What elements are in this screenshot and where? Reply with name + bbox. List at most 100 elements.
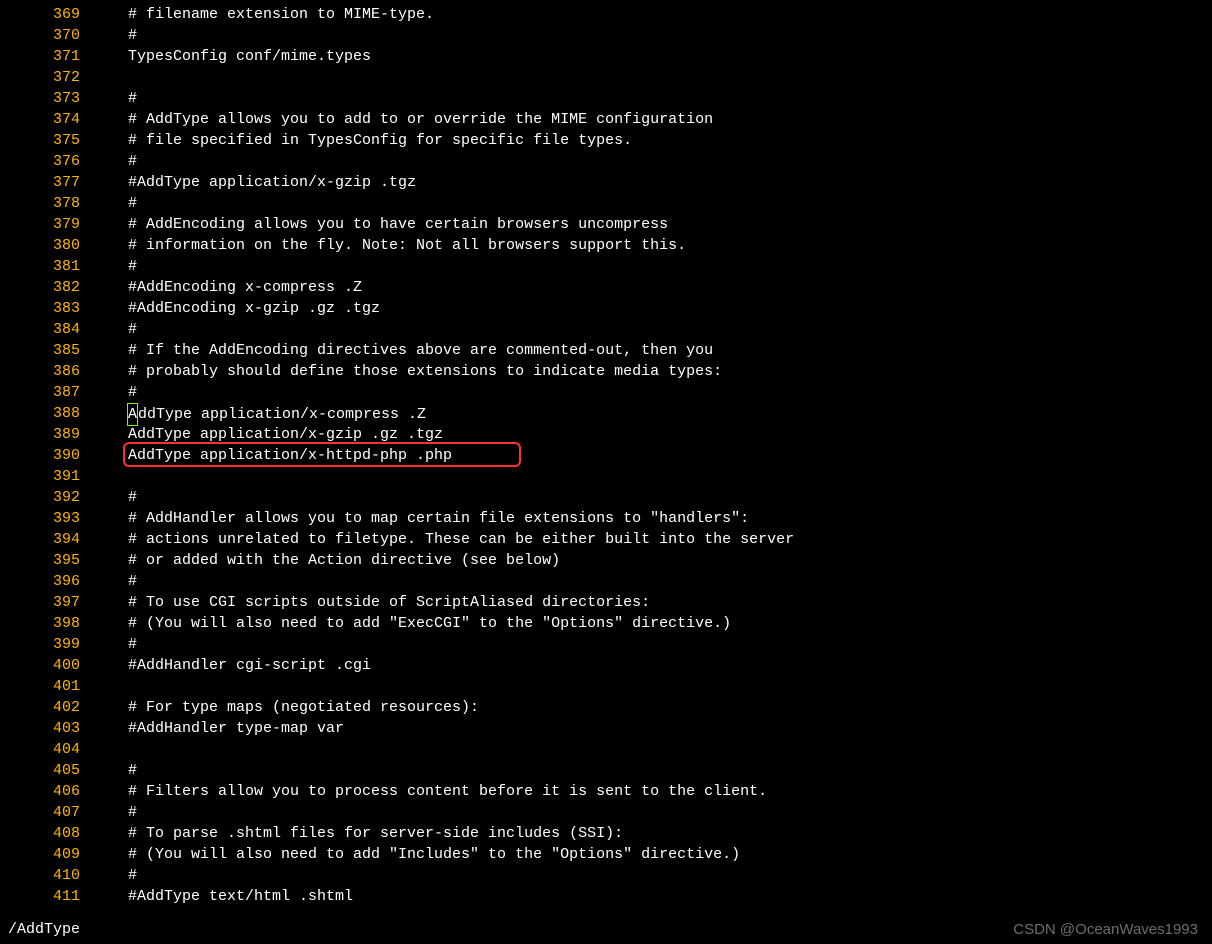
line-number: 375 (0, 130, 88, 151)
code-text: # probably should define those extension… (88, 361, 1212, 382)
code-line[interactable]: 378# (0, 193, 1212, 214)
line-number: 401 (0, 676, 88, 697)
code-line[interactable]: 403#AddHandler type-map var (0, 718, 1212, 739)
line-number: 377 (0, 172, 88, 193)
code-text: #AddHandler type-map var (88, 718, 1212, 739)
line-number: 399 (0, 634, 88, 655)
cursor: A (127, 403, 138, 426)
code-line[interactable]: 387# (0, 382, 1212, 403)
code-line[interactable]: 406# Filters allow you to process conten… (0, 781, 1212, 802)
code-line[interactable]: 410# (0, 865, 1212, 886)
code-text: # (88, 571, 1212, 592)
line-number: 408 (0, 823, 88, 844)
code-text: # (88, 865, 1212, 886)
code-line[interactable]: 373# (0, 88, 1212, 109)
code-line[interactable]: 392# (0, 487, 1212, 508)
code-line[interactable]: 370# (0, 25, 1212, 46)
line-number: 409 (0, 844, 88, 865)
code-text: AddType application/x-compress .Z (88, 403, 1212, 426)
code-line[interactable]: 394# actions unrelated to filetype. Thes… (0, 529, 1212, 550)
code-text (88, 739, 1212, 760)
code-text: #AddEncoding x-gzip .gz .tgz (88, 298, 1212, 319)
code-text: # (You will also need to add "ExecCGI" t… (88, 613, 1212, 634)
code-line[interactable]: 386# probably should define those extens… (0, 361, 1212, 382)
line-number: 397 (0, 592, 88, 613)
code-text: # AddHandler allows you to map certain f… (88, 508, 1212, 529)
line-number: 374 (0, 109, 88, 130)
line-number: 388 (0, 403, 88, 424)
line-number: 385 (0, 340, 88, 361)
line-number: 378 (0, 193, 88, 214)
line-number: 372 (0, 67, 88, 88)
code-line[interactable]: 397# To use CGI scripts outside of Scrip… (0, 592, 1212, 613)
line-number: 381 (0, 256, 88, 277)
code-line[interactable]: 409# (You will also need to add "Include… (0, 844, 1212, 865)
code-text: # filename extension to MIME-type. (88, 4, 1212, 25)
line-number: 396 (0, 571, 88, 592)
code-text: # file specified in TypesConfig for spec… (88, 130, 1212, 151)
code-line[interactable]: 402# For type maps (negotiated resources… (0, 697, 1212, 718)
code-line[interactable]: 400#AddHandler cgi-script .cgi (0, 655, 1212, 676)
code-line[interactable]: 372 (0, 67, 1212, 88)
code-line[interactable]: 388AddType application/x-compress .Z (0, 403, 1212, 424)
code-text: # (88, 319, 1212, 340)
line-number: 386 (0, 361, 88, 382)
line-number: 403 (0, 718, 88, 739)
code-text: # AddType allows you to add to or overri… (88, 109, 1212, 130)
line-number: 410 (0, 865, 88, 886)
line-number: 371 (0, 46, 88, 67)
line-number: 411 (0, 886, 88, 907)
code-line[interactable]: 377#AddType application/x-gzip .tgz (0, 172, 1212, 193)
code-text (88, 676, 1212, 697)
code-line[interactable]: 380# information on the fly. Note: Not a… (0, 235, 1212, 256)
code-line[interactable]: 379# AddEncoding allows you to have cert… (0, 214, 1212, 235)
code-line[interactable]: 405# (0, 760, 1212, 781)
code-text: # Filters allow you to process content b… (88, 781, 1212, 802)
line-number: 398 (0, 613, 88, 634)
code-text: # To use CGI scripts outside of ScriptAl… (88, 592, 1212, 613)
code-line[interactable]: 407# (0, 802, 1212, 823)
code-line[interactable]: 371TypesConfig conf/mime.types (0, 46, 1212, 67)
code-line[interactable]: 375# file specified in TypesConfig for s… (0, 130, 1212, 151)
code-line[interactable]: 401 (0, 676, 1212, 697)
line-number: 389 (0, 424, 88, 445)
code-line[interactable]: 384# (0, 319, 1212, 340)
code-line[interactable]: 389AddType application/x-gzip .gz .tgz (0, 424, 1212, 445)
code-text: # (88, 760, 1212, 781)
code-text: # If the AddEncoding directives above ar… (88, 340, 1212, 361)
code-line[interactable]: 369# filename extension to MIME-type. (0, 4, 1212, 25)
code-line[interactable]: 395# or added with the Action directive … (0, 550, 1212, 571)
line-number: 392 (0, 487, 88, 508)
code-line[interactable]: 374# AddType allows you to add to or ove… (0, 109, 1212, 130)
code-line[interactable]: 396# (0, 571, 1212, 592)
code-line[interactable]: 404 (0, 739, 1212, 760)
code-text (88, 67, 1212, 88)
line-number: 380 (0, 235, 88, 256)
code-line[interactable]: 381# (0, 256, 1212, 277)
code-line[interactable]: 390AddType application/x-httpd-php .php (0, 445, 1212, 466)
code-line[interactable]: 398# (You will also need to add "ExecCGI… (0, 613, 1212, 634)
code-text: # actions unrelated to filetype. These c… (88, 529, 1212, 550)
code-line[interactable]: 399# (0, 634, 1212, 655)
code-text: # or added with the Action directive (se… (88, 550, 1212, 571)
code-line[interactable]: 385# If the AddEncoding directives above… (0, 340, 1212, 361)
code-text: # (You will also need to add "Includes" … (88, 844, 1212, 865)
line-number: 387 (0, 382, 88, 403)
code-text: # For type maps (negotiated resources): (88, 697, 1212, 718)
code-line[interactable]: 391 (0, 466, 1212, 487)
code-line[interactable]: 411#AddType text/html .shtml (0, 886, 1212, 907)
code-text: # (88, 634, 1212, 655)
code-line[interactable]: 376# (0, 151, 1212, 172)
code-text: #AddType text/html .shtml (88, 886, 1212, 907)
editor-viewport[interactable]: 369# filename extension to MIME-type.370… (0, 0, 1212, 907)
code-line[interactable]: 382#AddEncoding x-compress .Z (0, 277, 1212, 298)
code-text: # (88, 25, 1212, 46)
code-line[interactable]: 408# To parse .shtml files for server-si… (0, 823, 1212, 844)
code-text: TypesConfig conf/mime.types (88, 46, 1212, 67)
code-line[interactable]: 393# AddHandler allows you to map certai… (0, 508, 1212, 529)
code-text: # (88, 487, 1212, 508)
code-text: # (88, 193, 1212, 214)
code-line[interactable]: 383#AddEncoding x-gzip .gz .tgz (0, 298, 1212, 319)
line-number: 404 (0, 739, 88, 760)
line-number: 383 (0, 298, 88, 319)
